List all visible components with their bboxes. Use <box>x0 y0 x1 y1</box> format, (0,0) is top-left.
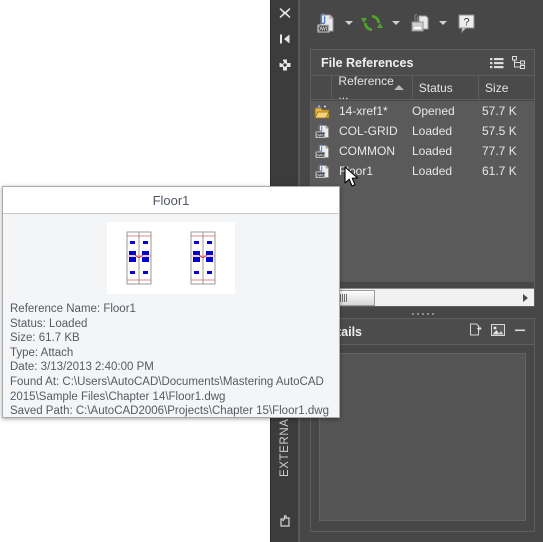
column-header-status[interactable]: Status <box>413 76 480 99</box>
reference-status: Loaded <box>412 144 453 158</box>
list-view-icon[interactable] <box>490 57 504 69</box>
attach-dwg-dropdown[interactable] <box>342 9 355 37</box>
change-path-button[interactable] <box>404 9 434 37</box>
svg-text:DWG: DWG <box>316 172 326 177</box>
details-group: Details <box>310 318 535 532</box>
help-button[interactable]: ? <box>451 9 481 37</box>
refresh-dropdown[interactable] <box>389 9 402 37</box>
svg-text:DWG: DWG <box>317 26 329 32</box>
reference-name: COMMON <box>339 144 395 158</box>
tree-view-icon[interactable] <box>512 56 526 69</box>
column-header-reference-label: Reference ... <box>338 73 394 102</box>
mouse-cursor-icon <box>344 166 362 190</box>
column-header-status-label: Status <box>418 80 453 95</box>
floorplan-thumbnail-icon <box>186 230 220 286</box>
details-header: Details <box>311 319 534 345</box>
panel-splitter-grip[interactable] <box>310 310 535 318</box>
xref-tooltip-window: Floor1 Reference Name: Floor1 Status: Lo… <box>2 186 340 418</box>
current-drawing-icon <box>311 103 333 119</box>
close-icon[interactable] <box>271 0 299 26</box>
scroll-right-icon[interactable] <box>523 293 528 302</box>
svg-text:DWG: DWG <box>316 132 326 137</box>
palette-toolbar: DWG ? <box>300 0 543 45</box>
reference-name: COL-GRID <box>339 124 398 138</box>
reference-status: Loaded <box>412 124 453 138</box>
dwg-xref-icon: DWG <box>311 123 333 139</box>
reference-size: 77.7 K <box>482 144 517 158</box>
column-header-size-label: Size <box>485 80 509 95</box>
reference-name: 14-xref1* <box>339 104 388 118</box>
svg-text:DWG: DWG <box>316 152 326 157</box>
tooltip-found-at: Found At: C:\Users\AutoCAD\Documents\Mas… <box>10 375 328 403</box>
column-header-reference[interactable]: Reference ... <box>332 73 413 102</box>
attach-dwg-button[interactable]: DWG <box>310 9 340 37</box>
screenshot-root: EXTERNAL REFERE DWG <box>0 0 543 542</box>
refresh-button[interactable] <box>357 9 387 37</box>
tooltip-detail-lines: Reference Name: Floor1 Status: Loaded Si… <box>3 296 339 419</box>
dwg-xref-icon: DWG <box>311 163 333 179</box>
sort-ascending-icon <box>393 85 404 90</box>
file-references-title: File References <box>321 55 414 70</box>
file-references-list: 14-xref1* Opened 57.7 K DWG COL-GRID Loa… <box>311 101 534 282</box>
tooltip-size: Size: 61.7 KB <box>10 332 80 345</box>
reference-status: Opened <box>412 104 455 118</box>
details-view-icon[interactable] <box>469 323 482 341</box>
change-path-dropdown[interactable] <box>436 9 449 37</box>
table-row[interactable]: DWG COL-GRID Loaded 57.5 K <box>311 121 534 141</box>
tooltip-thumbnails <box>107 222 235 294</box>
details-content-area <box>319 353 526 521</box>
panel-properties-icon[interactable] <box>271 52 299 78</box>
details-title: Details <box>321 324 362 339</box>
reference-status: Loaded <box>412 164 453 178</box>
table-row[interactable]: 14-xref1* Opened 57.7 K <box>311 101 534 121</box>
pan-hand-icon[interactable] <box>271 508 299 534</box>
file-references-column-headers: Reference ... Status Size <box>311 73 534 102</box>
tooltip-status: Status: Loaded <box>10 317 88 330</box>
tooltip-reference-name: Reference Name: Floor1 <box>10 303 136 315</box>
svg-text:?: ? <box>463 16 469 28</box>
tooltip-title: Floor1 <box>3 187 339 214</box>
tooltip-type: Type: Attach <box>10 346 74 359</box>
preview-view-icon[interactable] <box>491 323 505 341</box>
reference-size: 57.5 K <box>482 124 517 138</box>
column-header-size[interactable]: Size <box>479 76 534 99</box>
reference-size: 57.7 K <box>482 104 517 118</box>
tooltip-date: Date: 3/13/2013 2:40:00 PM <box>10 361 154 374</box>
tooltip-saved-path: Saved Path: C:\AutoCAD2006\Projects\Chap… <box>10 405 329 418</box>
auto-hide-icon[interactable] <box>271 26 299 52</box>
dwg-xref-icon: DWG <box>311 143 333 159</box>
file-references-header: File References <box>311 50 534 76</box>
floorplan-thumbnail-icon <box>122 230 156 286</box>
table-row[interactable]: DWG COMMON Loaded 77.7 K <box>311 141 534 161</box>
column-header-icon <box>311 76 333 99</box>
minimize-icon[interactable] <box>514 323 526 341</box>
scrollbar-grip-icon <box>340 293 348 302</box>
reference-size: 61.7 K <box>482 164 517 178</box>
horizontal-scrollbar[interactable] <box>311 288 534 306</box>
